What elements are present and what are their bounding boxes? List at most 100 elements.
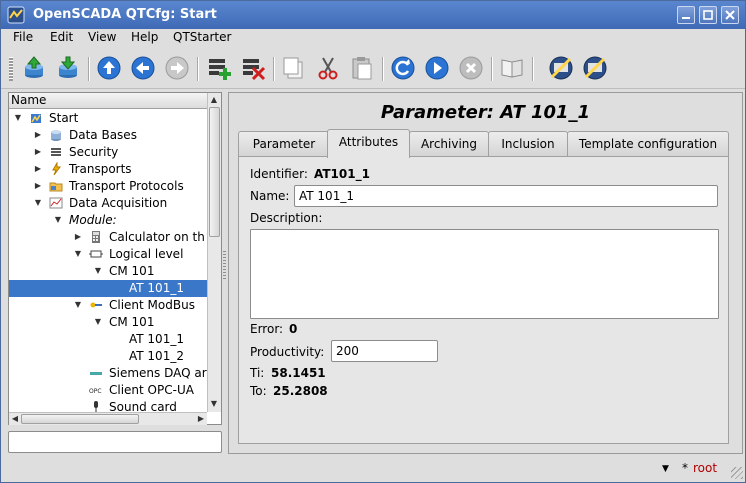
menu-view[interactable]: View [88, 30, 116, 44]
expand-arrow-icon[interactable]: ▼ [73, 249, 83, 259]
collapse-arrow-icon[interactable]: ▶ [33, 164, 43, 174]
cut-button[interactable] [313, 53, 343, 83]
status-bar: ▼ * root [1, 459, 745, 482]
up-button[interactable] [94, 53, 124, 83]
navigation-tree[interactable]: Name ▼ Start ▶ Data Bases ▶ Security ▶ Transpor… [8, 92, 222, 425]
tree-header-name[interactable]: Name [9, 93, 207, 109]
name-field[interactable]: AT 101_1 [294, 185, 718, 207]
tree-vertical-scrollbar[interactable]: ▲ ▼ [207, 93, 221, 412]
menu-edit[interactable]: Edit [50, 30, 73, 44]
tab-template-configuration[interactable]: Template configuration [567, 131, 729, 157]
tab-parameter[interactable]: Parameter [238, 131, 330, 157]
svg-text:OPC: OPC [89, 388, 102, 395]
tree-item[interactable]: AT 101_1 [9, 331, 207, 348]
tree-vertical-scroll-thumb[interactable] [209, 107, 220, 237]
tree-item-label: Client OPC-UA [109, 383, 194, 397]
tree-item[interactable]: AT 101_2 [9, 348, 207, 365]
tree-item[interactable]: ▶ Transport Protocols [9, 178, 207, 195]
expand-arrow-icon[interactable]: ▼ [93, 317, 103, 327]
tree-item[interactable]: ▼ Client ModBus [9, 297, 207, 314]
tree-item[interactable]: ▼ Module: [9, 212, 207, 229]
collapse-arrow-icon[interactable]: ▶ [33, 130, 43, 140]
paste-button[interactable] [347, 53, 377, 83]
scroll-up-arrow-icon[interactable]: ▲ [208, 94, 220, 106]
tree-item[interactable]: ▶ Calculator on th [9, 229, 207, 246]
menu-help[interactable]: Help [131, 30, 158, 44]
logic-icon [89, 250, 103, 258]
tree-item[interactable]: OPC Client OPC-UA [9, 382, 207, 399]
pane-splitter[interactable] [223, 251, 226, 281]
module-manual-button[interactable] [546, 53, 576, 83]
attributes-panel: Identifier: AT101_1 Name: AT 101_1 Descr… [238, 156, 729, 444]
toolbar-separator [273, 57, 274, 81]
stop-icon [459, 56, 483, 80]
siemens-icon [90, 372, 102, 375]
page-manual-button[interactable] [580, 53, 610, 83]
tree-item[interactable]: AT 101_1 [9, 280, 207, 297]
tab-archiving[interactable]: Archiving [409, 131, 489, 157]
back-button[interactable] [128, 53, 158, 83]
scroll-down-arrow-icon[interactable]: ▼ [208, 398, 220, 410]
add-item-button[interactable] [204, 53, 234, 83]
start-button[interactable] [422, 53, 452, 83]
status-user[interactable]: root [693, 461, 717, 475]
scroll-right-arrow-icon[interactable]: ▶ [195, 413, 207, 425]
toolbar-grip[interactable] [9, 57, 13, 81]
delete-item-button[interactable] [238, 53, 268, 83]
maximize-button[interactable] [699, 6, 717, 24]
expand-arrow-icon[interactable]: ▼ [73, 300, 83, 310]
tree-item[interactable]: Sound card [9, 399, 207, 412]
expand-arrow-icon[interactable]: ▼ [13, 113, 23, 123]
toolbar-separator [88, 57, 89, 81]
manual-button[interactable] [497, 53, 527, 83]
tree-search-input[interactable] [8, 431, 222, 453]
expand-arrow-icon[interactable]: ▼ [93, 266, 103, 276]
stop-button[interactable] [456, 53, 486, 83]
tree-item[interactable]: ▼ Data Acquisition [9, 195, 207, 212]
collapse-arrow-icon[interactable]: ▶ [33, 181, 43, 191]
tree-item[interactable]: Siemens DAQ ar [9, 365, 207, 382]
tree-item[interactable]: ▶ Data Bases [9, 127, 207, 144]
menu-file[interactable]: File [13, 30, 33, 44]
tree-item[interactable]: ▼ Start [9, 110, 207, 127]
tree-rows: ▼ Start ▶ Data Bases ▶ Security ▶ Transports ▶ Tr… [9, 110, 207, 412]
collapse-arrow-icon[interactable]: ▶ [33, 147, 43, 157]
close-window-button[interactable] [721, 6, 739, 24]
tree-item-label: CM 101 [109, 264, 155, 278]
collapse-arrow-icon[interactable]: ▶ [73, 232, 83, 242]
minimize-button[interactable] [677, 6, 695, 24]
close-icon [725, 10, 735, 20]
menu-qtstarter[interactable]: QTStarter [173, 30, 231, 44]
page-title: Parameter: AT 101_1 [380, 102, 591, 123]
load-db-button[interactable] [19, 53, 49, 83]
tab-attributes[interactable]: Attributes [327, 129, 410, 158]
error-value: 0 [289, 322, 298, 336]
status-dropdown-icon[interactable]: ▼ [662, 464, 669, 474]
tree-item[interactable]: ▼ Logical level [9, 246, 207, 263]
toolbar-separator [197, 57, 198, 81]
copy-button[interactable] [279, 53, 309, 83]
save-db-button[interactable] [53, 53, 83, 83]
tree-item-label: CM 101 [109, 315, 155, 329]
tree-horizontal-scrollbar[interactable]: ◀ ▶ [9, 412, 207, 425]
tree-item-label: Transport Protocols [69, 179, 184, 193]
expand-arrow-icon[interactable]: ▼ [33, 198, 43, 208]
tree-item-label: Sound card [109, 400, 177, 412]
tree-item[interactable]: ▼ CM 101 [9, 314, 207, 331]
refresh-button[interactable] [388, 53, 418, 83]
tree-item[interactable]: ▶ Security [9, 144, 207, 161]
copy-icon [283, 57, 303, 79]
tree-item[interactable]: ▶ Transports [9, 161, 207, 178]
forward-button[interactable] [162, 53, 192, 83]
tab-inclusion[interactable]: Inclusion [488, 131, 568, 157]
delete-item-icon [243, 59, 266, 81]
tree-horizontal-scroll-thumb[interactable] [21, 414, 139, 424]
title-bar[interactable]: OpenSCADA QTCfg: Start [1, 1, 745, 29]
expand-arrow-icon[interactable]: ▼ [53, 215, 63, 225]
description-field[interactable] [250, 229, 719, 319]
to-label: To: [250, 384, 267, 398]
tree-item[interactable]: ▼ CM 101 [9, 263, 207, 280]
scroll-left-arrow-icon[interactable]: ◀ [9, 413, 21, 425]
productivity-field[interactable]: 200 [331, 340, 438, 362]
resize-grip[interactable] [731, 467, 743, 479]
